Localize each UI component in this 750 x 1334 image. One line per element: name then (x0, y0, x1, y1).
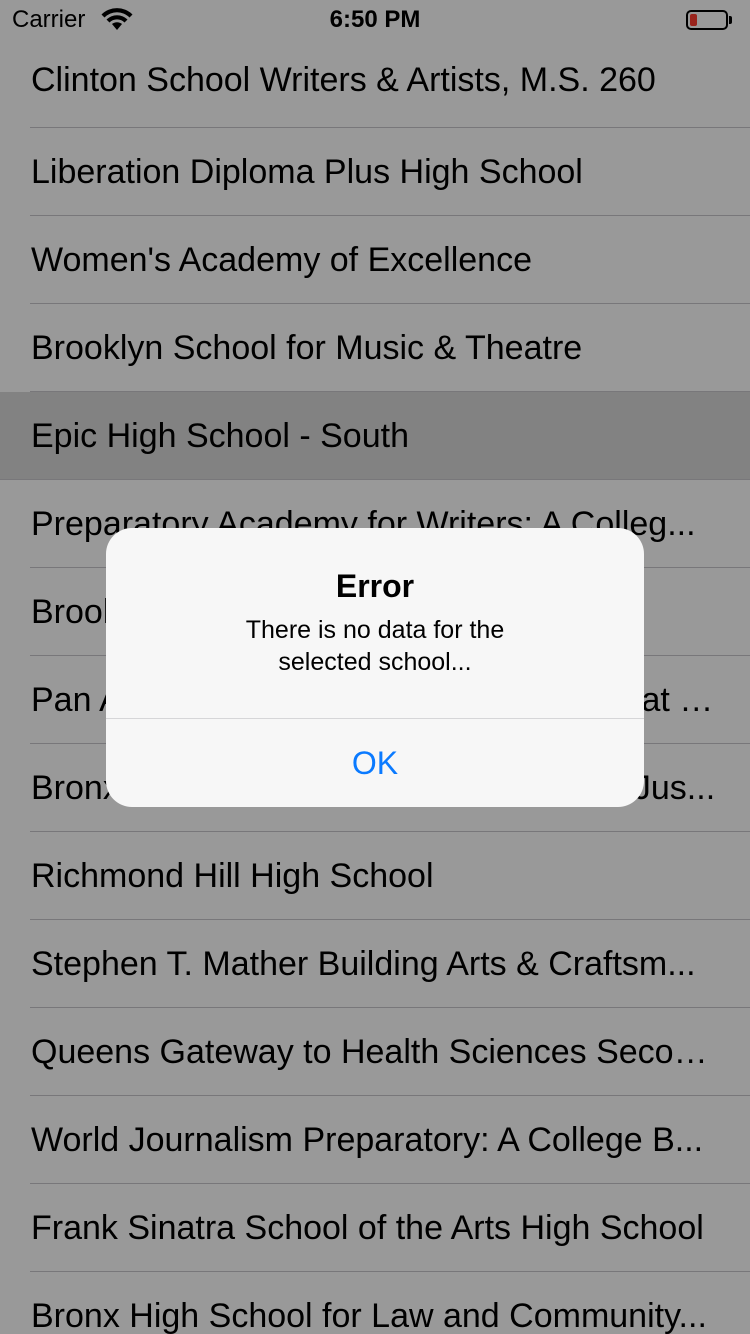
alert-message-line: selected school... (278, 648, 472, 676)
error-alert: Error There is no data for the selected … (106, 528, 644, 807)
app-screen: Carrier 6:50 PM Clinton School Writers &… (0, 0, 750, 1334)
alert-title: Error (335, 568, 415, 604)
alert-message-line: There is no data for the (245, 616, 505, 644)
alert-message: There is no data for the selected school… (146, 614, 604, 678)
ok-button[interactable]: OK (106, 719, 644, 807)
